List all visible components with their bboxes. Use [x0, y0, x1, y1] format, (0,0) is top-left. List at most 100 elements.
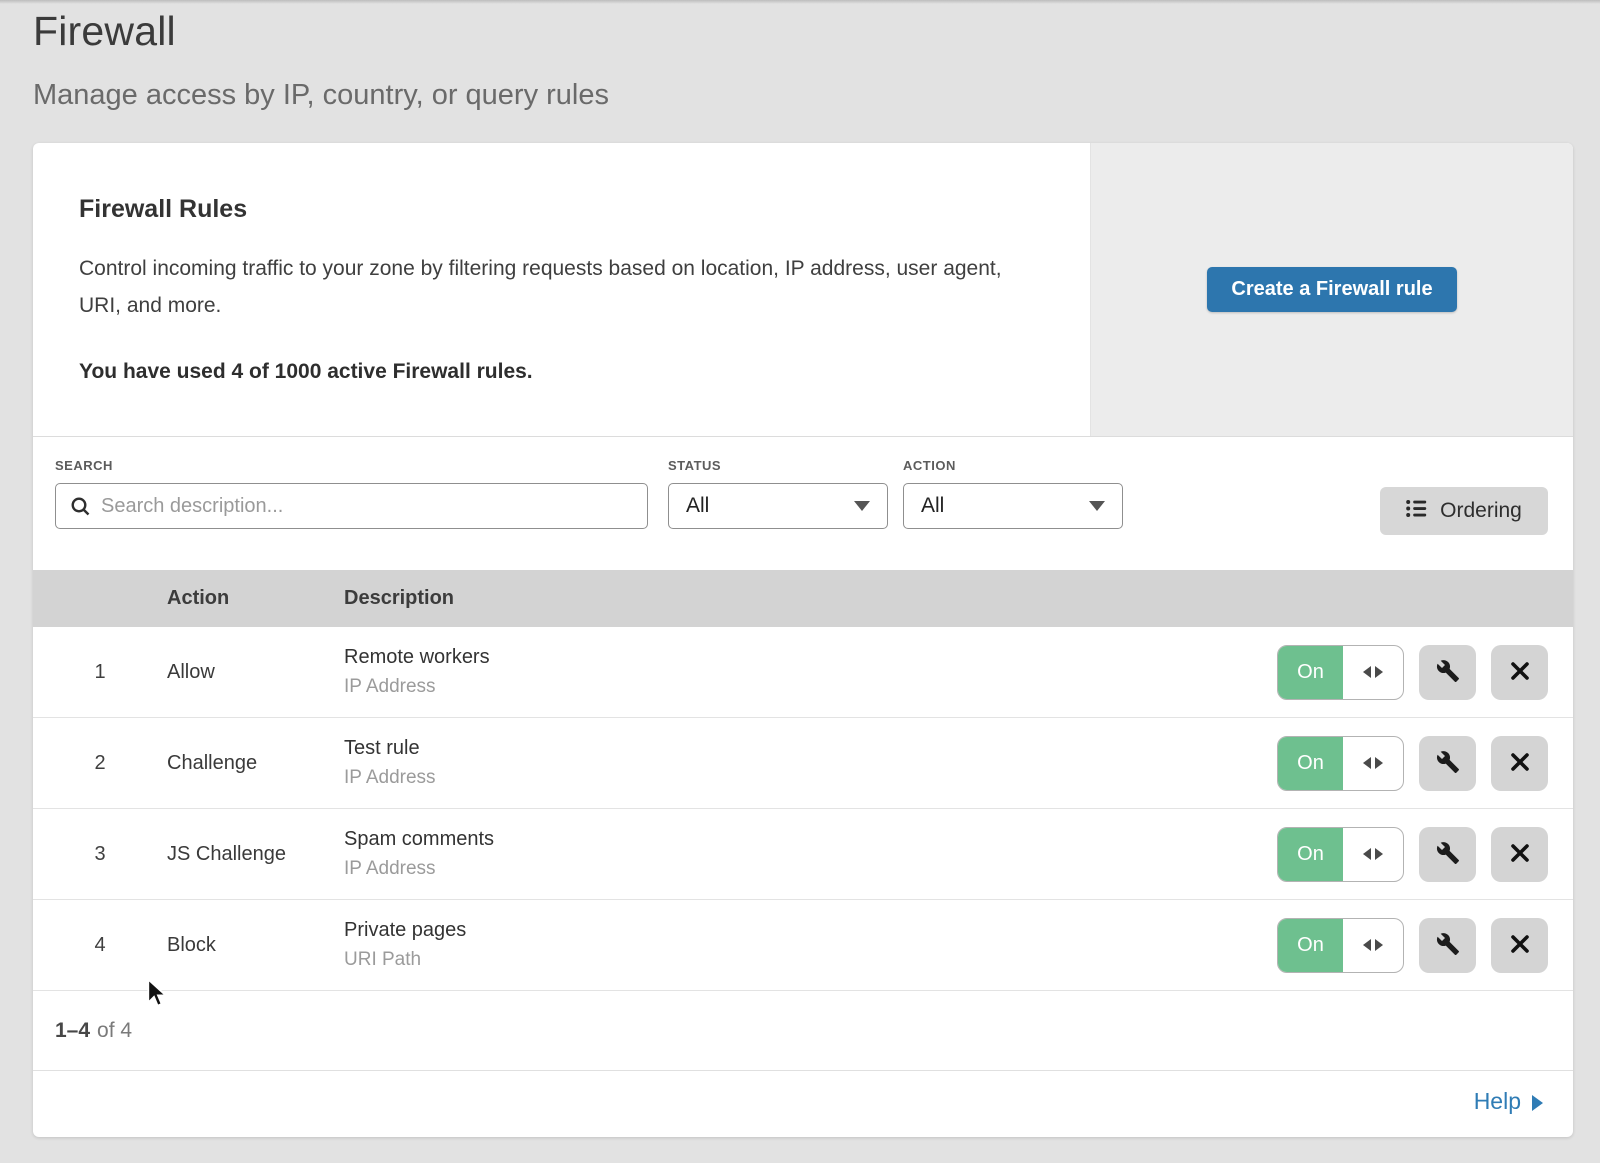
action-select[interactable]: All	[903, 483, 1123, 529]
firewall-card: Firewall Rules Control incoming traffic …	[33, 143, 1573, 1137]
delete-rule-button[interactable]	[1491, 827, 1548, 882]
ordering-button-label: Ordering	[1440, 499, 1522, 523]
toggle-handle[interactable]	[1343, 646, 1403, 699]
pagination-range: 1–4	[55, 1019, 90, 1043]
arrow-right-icon	[1375, 757, 1383, 769]
page-subtitle: Manage access by IP, country, or query r…	[33, 79, 609, 112]
arrow-right-icon	[1375, 848, 1383, 860]
rule-match-type: IP Address	[344, 676, 1277, 698]
rule-controls: On	[1277, 736, 1573, 791]
rule-action: Allow	[167, 661, 344, 684]
rule-enabled-toggle[interactable]: On	[1277, 645, 1404, 700]
toggle-on-label: On	[1278, 646, 1343, 699]
action-label: ACTION	[903, 458, 1123, 473]
list-ordering-icon	[1406, 499, 1427, 524]
arrow-right-icon	[1375, 939, 1383, 951]
rule-controls: On	[1277, 827, 1573, 882]
firewall-rules-usage: You have used 4 of 1000 active Firewall …	[79, 360, 1050, 384]
rule-description-cell: Remote workers IP Address	[344, 646, 1277, 698]
rule-priority: 4	[33, 934, 167, 957]
edit-rule-button[interactable]	[1419, 827, 1476, 882]
page-header: Firewall Manage access by IP, country, o…	[33, 8, 609, 112]
rule-description-cell: Spam comments IP Address	[344, 828, 1277, 880]
help-bar: Help	[33, 1071, 1573, 1132]
rule-action: Block	[167, 934, 344, 957]
filters-bar: SEARCH STATUS All ACTION All	[33, 437, 1573, 570]
table-row: 1 Allow Remote workers IP Address On	[33, 627, 1573, 718]
toggle-on-label: On	[1278, 919, 1343, 972]
status-selected-value: All	[686, 494, 709, 518]
wrench-icon	[1436, 659, 1460, 686]
column-action: Action	[167, 587, 344, 610]
rule-enabled-toggle[interactable]: On	[1277, 918, 1404, 973]
search-filter-group: SEARCH	[55, 458, 648, 529]
rule-description-cell: Test rule IP Address	[344, 737, 1277, 789]
rule-description: Private pages	[344, 919, 1277, 942]
rule-description: Remote workers	[344, 646, 1277, 669]
search-input[interactable]	[101, 495, 633, 518]
firewall-rules-summary: Firewall Rules Control incoming traffic …	[33, 143, 1573, 437]
close-icon	[1509, 933, 1531, 958]
rule-match-type: IP Address	[344, 767, 1277, 789]
pagination-total: of 4	[97, 1019, 132, 1043]
delete-rule-button[interactable]	[1491, 736, 1548, 791]
wrench-icon	[1436, 750, 1460, 777]
search-box	[55, 483, 648, 529]
column-description: Description	[344, 587, 1573, 610]
create-firewall-rule-button[interactable]: Create a Firewall rule	[1207, 267, 1456, 312]
table-row: 4 Block Private pages URI Path On	[33, 900, 1573, 991]
edit-rule-button[interactable]	[1419, 736, 1476, 791]
help-link-label: Help	[1474, 1088, 1521, 1115]
wrench-icon	[1436, 932, 1460, 959]
delete-rule-button[interactable]	[1491, 918, 1548, 973]
close-icon	[1509, 751, 1531, 776]
status-label: STATUS	[668, 458, 888, 473]
rule-priority: 2	[33, 752, 167, 775]
toggle-handle[interactable]	[1343, 828, 1403, 881]
close-icon	[1509, 842, 1531, 867]
arrow-left-icon	[1363, 666, 1371, 678]
status-select[interactable]: All	[668, 483, 888, 529]
firewall-rules-table: Action Description 1 Allow Remote worker…	[33, 570, 1573, 991]
arrow-left-icon	[1363, 939, 1371, 951]
rule-description: Spam comments	[344, 828, 1277, 851]
action-selected-value: All	[921, 494, 944, 518]
page-title: Firewall	[33, 8, 609, 55]
arrow-left-icon	[1363, 848, 1371, 860]
edit-rule-button[interactable]	[1419, 918, 1476, 973]
close-icon	[1509, 660, 1531, 685]
rule-match-type: IP Address	[344, 858, 1277, 880]
table-header-row: Action Description	[33, 570, 1573, 627]
toggle-on-label: On	[1278, 737, 1343, 790]
pagination: 1–4 of 4	[33, 991, 1573, 1071]
chevron-down-icon	[854, 501, 870, 511]
arrow-left-icon	[1363, 757, 1371, 769]
rule-controls: On	[1277, 918, 1573, 973]
rule-action: JS Challenge	[167, 843, 344, 866]
rule-action: Challenge	[167, 752, 344, 775]
firewall-rules-text: Firewall Rules Control incoming traffic …	[33, 143, 1090, 436]
ordering-button[interactable]: Ordering	[1380, 487, 1548, 535]
rule-enabled-toggle[interactable]: On	[1277, 827, 1404, 882]
search-icon	[70, 496, 91, 517]
wrench-icon	[1436, 841, 1460, 868]
rule-enabled-toggle[interactable]: On	[1277, 736, 1404, 791]
table-row: 3 JS Challenge Spam comments IP Address …	[33, 809, 1573, 900]
help-link[interactable]: Help	[1474, 1088, 1543, 1115]
action-filter-group: ACTION All	[903, 458, 1123, 529]
create-rule-panel: Create a Firewall rule	[1090, 143, 1573, 436]
search-label: SEARCH	[55, 458, 648, 473]
chevron-down-icon	[1089, 501, 1105, 511]
table-row: 2 Challenge Test rule IP Address On	[33, 718, 1573, 809]
toggle-handle[interactable]	[1343, 919, 1403, 972]
rule-priority: 1	[33, 661, 167, 684]
firewall-rules-description: Control incoming traffic to your zone by…	[79, 250, 1029, 324]
toggle-on-label: On	[1278, 828, 1343, 881]
edit-rule-button[interactable]	[1419, 645, 1476, 700]
screen-top-edge	[0, 0, 1600, 4]
delete-rule-button[interactable]	[1491, 645, 1548, 700]
status-filter-group: STATUS All	[668, 458, 888, 529]
rule-match-type: URI Path	[344, 949, 1277, 971]
caret-right-icon	[1532, 1095, 1543, 1111]
toggle-handle[interactable]	[1343, 737, 1403, 790]
